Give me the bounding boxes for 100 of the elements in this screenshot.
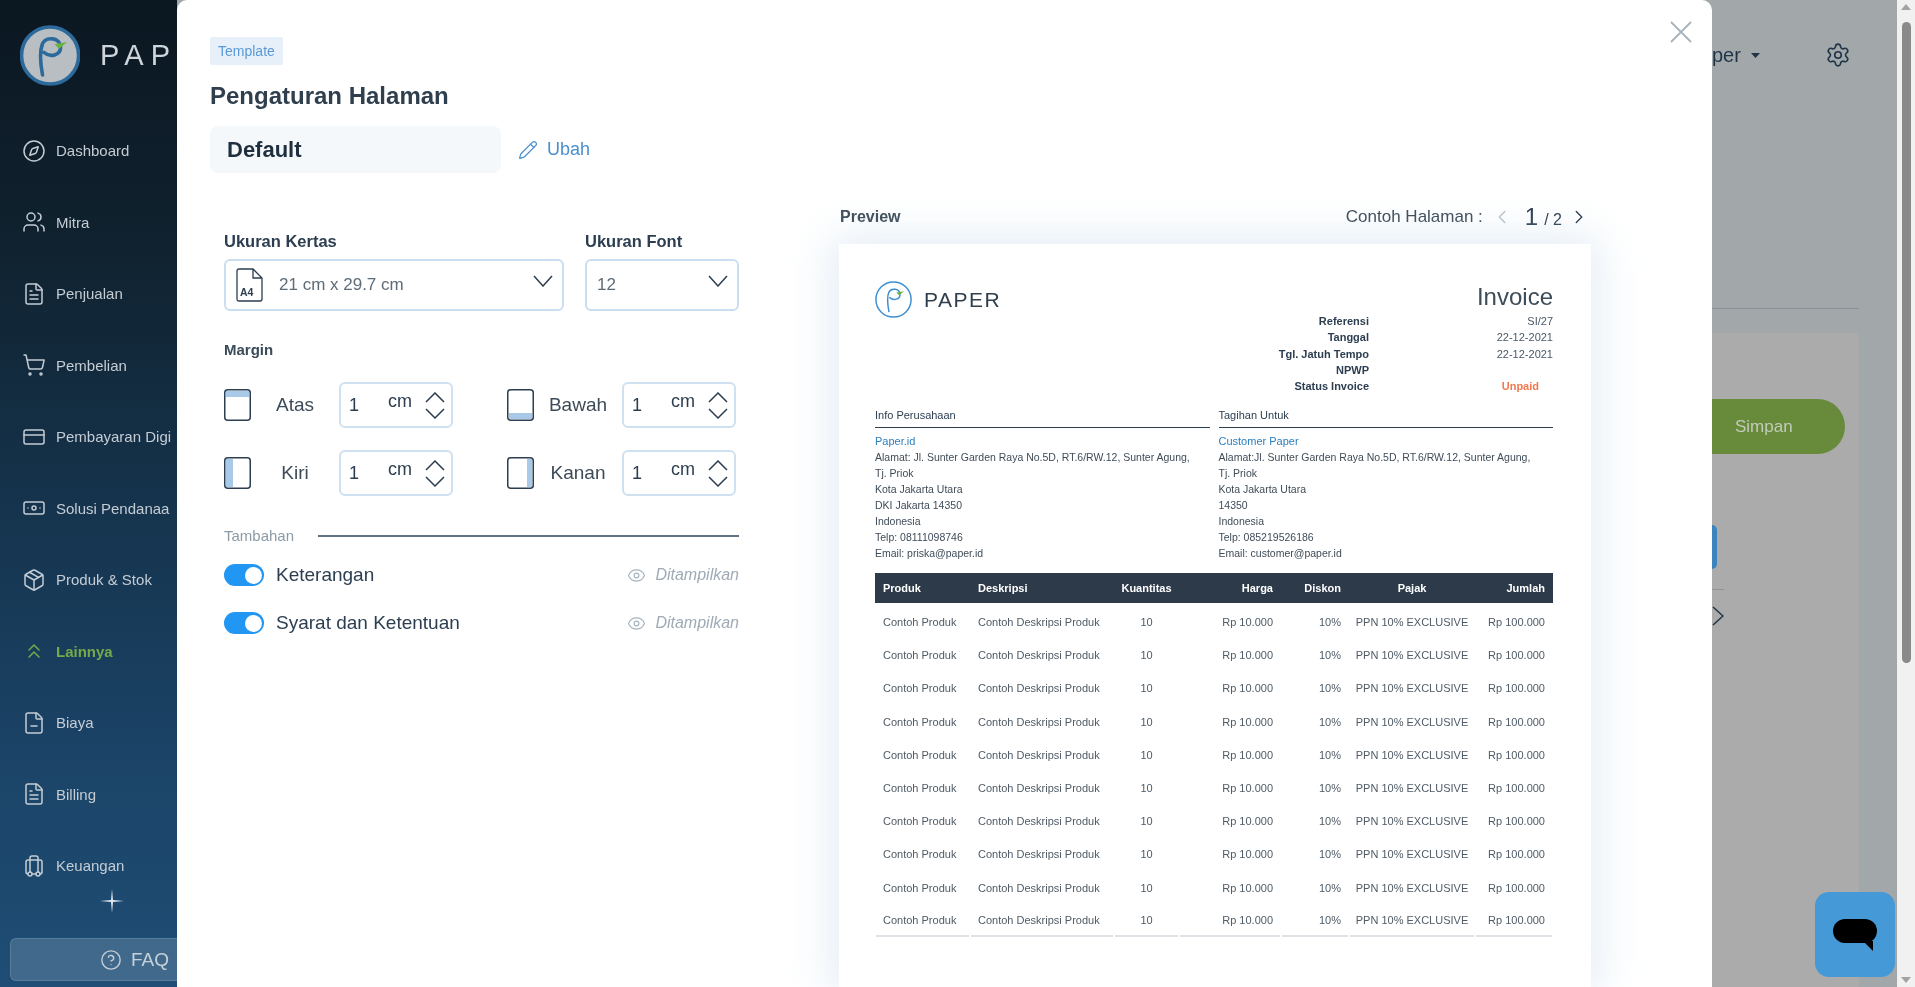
table-cell-text: Contoh Deskripsi Produk — [977, 814, 1101, 830]
table-cell-text: 10% — [1317, 847, 1342, 863]
chevron-down-icon[interactable] — [708, 475, 728, 487]
table-cell-text: Rp 100.000 — [1487, 714, 1546, 730]
table-cell-text: Rp 100.000 — [1487, 648, 1546, 664]
table-cell-text: Contoh Deskripsi Produk — [977, 648, 1101, 664]
sidebar-item[interactable]: Dashboard — [0, 115, 177, 187]
sidebar-item[interactable]: Penjualan — [0, 258, 177, 330]
page-left-band-icon — [224, 457, 251, 489]
chevron-down-icon[interactable] — [425, 475, 445, 487]
table-cell-text: 10% — [1317, 714, 1342, 730]
party-name: Paper.id — [875, 434, 917, 450]
table-cell-text: Rp 10.000 — [1221, 615, 1274, 631]
caret-down-icon — [1750, 52, 1760, 58]
sidebar-item[interactable]: Lainnya — [0, 615, 177, 687]
table-cell-text: 10% — [1317, 781, 1342, 796]
sidebar-item[interactable]: Produk & Stok — [0, 544, 177, 616]
toggle-switch[interactable] — [224, 612, 264, 634]
pager-label: Contoh Halaman : — [1345, 207, 1483, 227]
table-cell-text: PPN 10% EXCLUSIVE — [1354, 747, 1470, 763]
paper-size-select[interactable]: A4 21 cm x 29.7 cm — [224, 259, 564, 311]
detail-line: Indonesia — [1218, 514, 1266, 530]
margin-label: Kiri — [280, 462, 310, 484]
detail-line: Email: priska@paper.id — [875, 546, 985, 562]
toggle-switch[interactable] — [224, 564, 264, 586]
sidebar-item[interactable]: Biaya — [0, 687, 177, 759]
margin-input[interactable]: 1 cm — [339, 450, 453, 496]
table-cell: PPN 10% EXCLUSIVE — [1350, 904, 1474, 938]
table-cell-text: 10 — [1139, 847, 1154, 863]
sidebar-item[interactable]: Keuangan — [0, 830, 177, 902]
table-cell-text: Rp 10.000 — [1221, 781, 1274, 796]
chevron-down-icon[interactable] — [425, 407, 445, 419]
chevron-right-icon[interactable] — [1712, 606, 1724, 626]
table-cell-text: Rp 100.000 — [1487, 747, 1546, 763]
table-cell-text: Contoh Produk — [882, 714, 958, 730]
edit-link[interactable]: Ubah — [518, 139, 591, 160]
table-cell-text: 10% — [1317, 814, 1342, 830]
margin-input[interactable]: 1 cm — [339, 382, 453, 428]
margin-input[interactable]: 1 cm — [622, 450, 736, 496]
meta-label: NPWP — [1335, 362, 1369, 378]
swirl-logo-icon — [20, 23, 81, 88]
meta-label: Tgl. Jatuh Tempo — [1278, 346, 1369, 362]
detail-line: Telp: 085219526186 — [1218, 530, 1315, 546]
table-cell-text: Contoh Deskripsi Produk — [977, 847, 1101, 863]
table-cell-text: Rp 10.000 — [1221, 714, 1274, 730]
table-cell-text: Contoh Produk — [882, 880, 958, 896]
compass-icon — [22, 138, 46, 163]
table-cell-text: Contoh Produk — [882, 615, 958, 631]
visibility-status: Ditampilkan — [655, 566, 739, 584]
table-cell-text: 10 — [1139, 615, 1154, 631]
table-cell-text: PPN 10% EXCLUSIVE — [1354, 648, 1470, 664]
table-cell-text: 10 — [1139, 880, 1154, 896]
party-heading: Tagihan Untuk — [1218, 407, 1553, 429]
chevron-up-icon[interactable] — [425, 391, 445, 403]
font-size-select[interactable]: 12 — [585, 259, 739, 311]
table-cell-text: Rp 10.000 — [1221, 847, 1274, 863]
table-cell-text: Contoh Produk — [882, 781, 958, 796]
template-tag: Template — [210, 37, 283, 65]
column-header: Pajak — [1396, 582, 1428, 595]
settings-icon[interactable] — [1825, 42, 1851, 68]
field-label: Ukuran Kertas — [224, 231, 338, 252]
scrollbar-thumb[interactable] — [1901, 22, 1911, 663]
sidebar-item[interactable]: Pembayaran Digi — [0, 401, 177, 473]
chevron-up-icon[interactable] — [708, 391, 728, 403]
chevron-down-icon[interactable] — [708, 407, 728, 419]
detail-line: Indonesia — [875, 514, 922, 530]
column-header: Diskon — [1303, 582, 1342, 595]
sidebar-item[interactable]: Pembelian — [0, 329, 177, 401]
table-cell: 10 — [1115, 904, 1178, 938]
users-icon — [22, 210, 46, 235]
table-cell: Rp 100.000 — [1476, 904, 1552, 938]
table-cell-text: Contoh Deskripsi Produk — [977, 880, 1101, 896]
table-cell-text: Rp 100.000 — [1487, 814, 1546, 830]
user-menu-button[interactable]: per — [1712, 43, 1760, 67]
margin-input[interactable]: 1 cm — [622, 382, 736, 428]
faq-button[interactable]: FAQ — [10, 938, 177, 981]
table-cell-text: PPN 10% EXCLUSIVE — [1354, 814, 1470, 830]
table-cell-text: PPN 10% EXCLUSIVE — [1354, 714, 1470, 730]
sidebar-item[interactable]: Mitra — [0, 186, 177, 258]
sidebar-item[interactable]: Solusi Pendanaa — [0, 472, 177, 544]
column-header: Jumlah — [1505, 582, 1546, 595]
cart-icon — [22, 353, 46, 378]
table-cell-text: 10% — [1317, 747, 1342, 763]
table-cell-text: 10 — [1139, 747, 1154, 763]
table-cell-text: 10% — [1317, 880, 1342, 896]
table-cell-text: Rp 100.000 — [1487, 681, 1546, 697]
table-cell-text: Rp 10.000 — [1221, 747, 1274, 763]
table-cell-text: Rp 10.000 — [1221, 681, 1274, 697]
chevron-up-icon[interactable] — [708, 459, 728, 471]
sidebar-item[interactable]: Billing — [0, 758, 177, 830]
detail-line: 14350 — [1218, 498, 1249, 514]
table-cell-text: Rp 10.000 — [1221, 814, 1274, 830]
table-cell-text: 10% — [1317, 648, 1342, 664]
table-cell-text: PPN 10% EXCLUSIVE — [1354, 615, 1470, 631]
document-icon — [236, 268, 263, 302]
unit-label: cm — [388, 459, 412, 480]
chevron-up-icon[interactable] — [425, 459, 445, 471]
chat-button[interactable] — [1815, 892, 1895, 977]
table-cell-text: 10 — [1139, 781, 1154, 796]
template-name: Default — [210, 126, 501, 173]
